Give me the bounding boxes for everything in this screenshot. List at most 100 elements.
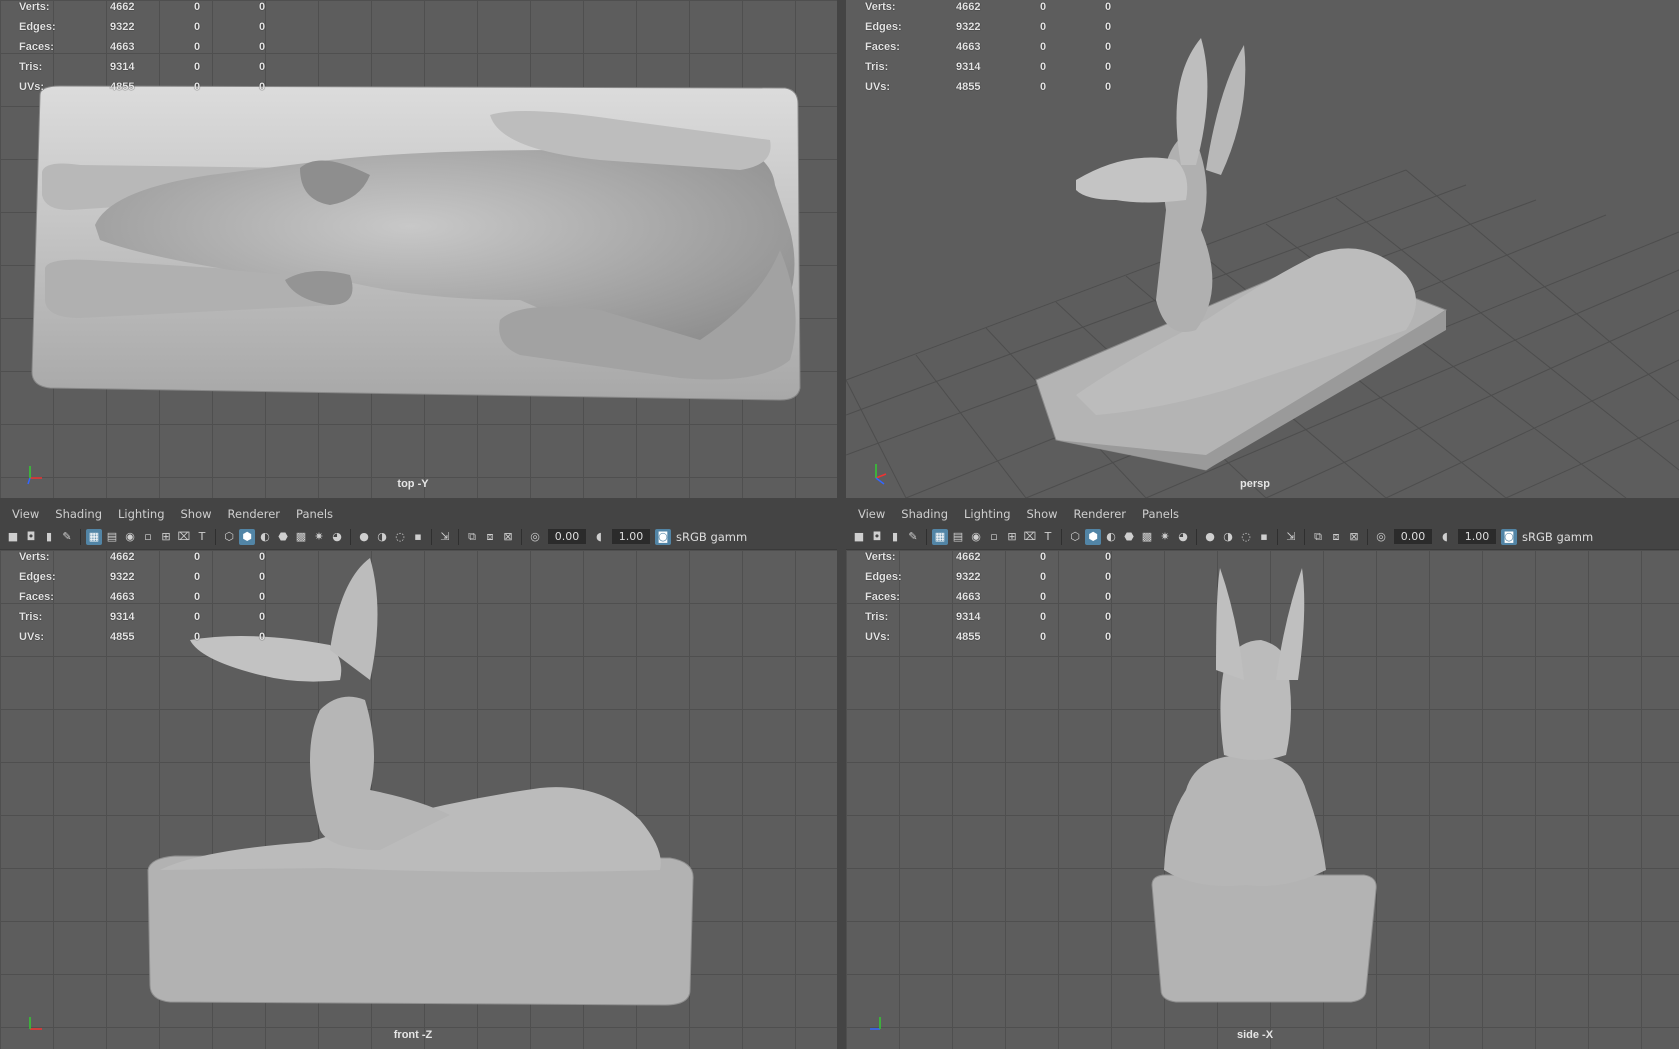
ambient-occlusion-icon[interactable]: ● (1202, 529, 1218, 545)
poly-count-hud-front: Verts: 4662 0 0 Edges: 9322 0 0 Faces: 4663 0 0 T… (12, 550, 272, 650)
menu-lighting[interactable]: Lighting (112, 507, 174, 521)
checker-icon[interactable]: ▩ (293, 529, 309, 545)
exposure-icon[interactable]: ◎ (527, 529, 543, 545)
resolution-gate-icon[interactable]: ◉ (968, 529, 984, 545)
exposure-field[interactable]: 0.00 (1394, 529, 1432, 544)
shadows-icon[interactable]: ◕ (329, 529, 345, 545)
toolbar-divider (1277, 528, 1278, 545)
film-gate-icon[interactable]: ▤ (950, 529, 966, 545)
tris-selected: 0 (1040, 61, 1047, 73)
anti-alias-icon[interactable]: ◌ (1238, 529, 1254, 545)
wireframe-icon[interactable]: ⬡ (1067, 529, 1083, 545)
ambient-occlusion-icon[interactable]: ● (356, 529, 372, 545)
color-space-label[interactable]: sRGB gamm (676, 530, 747, 544)
axis-gizmo-icon (27, 466, 42, 485)
menu-view[interactable]: View (6, 507, 49, 521)
isolate-icon[interactable]: ⇲ (437, 529, 453, 545)
tris-uv: 0 (1105, 611, 1112, 623)
smooth-shade-icon[interactable]: ⬢ (239, 528, 255, 545)
verts-uv: 0 (1105, 551, 1112, 563)
verts-label: Verts: (865, 551, 896, 563)
image-plane-icon[interactable]: ✎ (905, 529, 921, 545)
anti-alias-icon[interactable]: ◌ (392, 529, 408, 545)
gamma-icon[interactable]: ◖ (591, 529, 607, 545)
axis-gizmo-icon (870, 1017, 881, 1030)
color-space-label[interactable]: sRGB gamm (1522, 530, 1593, 544)
xray-components-icon[interactable]: ⊠ (1346, 529, 1362, 545)
uvs-selected: 0 (194, 631, 201, 643)
panel-persp-view[interactable]: Verts: 4662 0 0 Edges: 9322 0 0 Faces: 4663 0 0 T… (846, 0, 1679, 498)
shadows-icon[interactable]: ◕ (1175, 529, 1191, 545)
camera-attr-icon[interactable]: ◘ (23, 529, 39, 545)
toolbar-divider (431, 528, 432, 545)
camera-icon[interactable]: ■ (5, 529, 21, 545)
menu-panels[interactable]: Panels (290, 507, 343, 521)
menu-panels[interactable]: Panels (1136, 507, 1189, 521)
isolate-icon[interactable]: ⇲ (1283, 529, 1299, 545)
film-gate-icon[interactable]: ▤ (104, 529, 120, 545)
wireframe-icon[interactable]: ⬡ (221, 529, 237, 545)
textured-icon[interactable]: ◐ (257, 529, 273, 545)
menu-show[interactable]: Show (175, 507, 222, 521)
xray-components-icon[interactable]: ⊠ (500, 529, 516, 545)
menu-renderer[interactable]: Renderer (1068, 507, 1137, 521)
lights-icon[interactable]: ✷ (1157, 529, 1173, 545)
safe-title-icon[interactable]: T (194, 529, 210, 545)
gamma-icon[interactable]: ◖ (1437, 529, 1453, 545)
resolution-gate-icon[interactable]: ◉ (122, 529, 138, 545)
camera-attr-icon[interactable]: ◘ (869, 529, 885, 545)
motion-blur-icon[interactable]: ◑ (374, 529, 390, 545)
edges-value: 9322 (110, 21, 135, 33)
menu-renderer[interactable]: Renderer (222, 507, 291, 521)
panel-top-view[interactable]: Verts: 4662 0 0 Edges: 9322 0 0 Faces: 4663 0 0 T… (0, 0, 837, 498)
axis-gizmo-icon (875, 464, 887, 485)
smooth-shade-icon[interactable]: ⬢ (1085, 528, 1101, 545)
menu-view[interactable]: View (852, 507, 895, 521)
safe-area-icon[interactable]: ▫ (140, 529, 156, 545)
xray-joints-icon[interactable]: ⧈ (1328, 529, 1344, 545)
edges-value: 9322 (956, 571, 981, 583)
checker-icon[interactable]: ▩ (1139, 529, 1155, 545)
menu-shading[interactable]: Shading (895, 507, 958, 521)
safe-area-icon[interactable]: ▫ (986, 529, 1002, 545)
image-plane-icon[interactable]: ✎ (59, 529, 75, 545)
edges-uv: 0 (1105, 571, 1112, 583)
exposure-field[interactable]: 0.00 (548, 529, 586, 544)
motion-blur-icon[interactable]: ◑ (1220, 529, 1236, 545)
field-chart-icon[interactable]: ⊞ (158, 529, 174, 545)
menu-lighting[interactable]: Lighting (958, 507, 1020, 521)
xray-icon[interactable]: ⧉ (464, 529, 480, 545)
gamma-field[interactable]: 1.00 (1458, 529, 1496, 544)
bookmark-icon[interactable]: ▮ (41, 529, 57, 545)
faces-value: 4663 (956, 41, 981, 53)
xray-icon[interactable]: ⧉ (1310, 529, 1326, 545)
toolbar-divider (1304, 528, 1305, 545)
bookmark-icon[interactable]: ▮ (887, 529, 903, 545)
uvs-uv: 0 (259, 631, 266, 643)
panel-front-view[interactable]: View Shading Lighting Show Renderer Pane… (0, 504, 837, 1049)
depth-of-field-icon[interactable]: ▪ (410, 529, 426, 545)
wireframe-on-shaded-icon[interactable]: ⬣ (275, 529, 291, 545)
lights-icon[interactable]: ✷ (311, 529, 327, 545)
grid-icon[interactable]: ▦ (932, 528, 948, 545)
safe-action-icon[interactable]: ⌧ (1022, 529, 1038, 545)
grid-icon[interactable]: ▦ (86, 528, 102, 545)
panel-side-view[interactable]: View Shading Lighting Show Renderer Pane… (846, 504, 1679, 1049)
camera-icon[interactable]: ■ (851, 529, 867, 545)
edges-label: Edges: (19, 571, 56, 583)
wireframe-on-shaded-icon[interactable]: ⬣ (1121, 529, 1137, 545)
color-management-icon[interactable]: ◙ (1501, 528, 1517, 545)
textured-icon[interactable]: ◐ (1103, 529, 1119, 545)
safe-title-icon[interactable]: T (1040, 529, 1056, 545)
menu-show[interactable]: Show (1021, 507, 1068, 521)
safe-action-icon[interactable]: ⌧ (176, 529, 192, 545)
verts-selected: 0 (1040, 551, 1047, 563)
color-management-icon[interactable]: ◙ (655, 528, 671, 545)
gamma-field[interactable]: 1.00 (612, 529, 650, 544)
field-chart-icon[interactable]: ⊞ (1004, 529, 1020, 545)
exposure-icon[interactable]: ◎ (1373, 529, 1389, 545)
xray-joints-icon[interactable]: ⧈ (482, 529, 498, 545)
toolbar-divider (1196, 528, 1197, 545)
depth-of-field-icon[interactable]: ▪ (1256, 529, 1272, 545)
menu-shading[interactable]: Shading (49, 507, 112, 521)
